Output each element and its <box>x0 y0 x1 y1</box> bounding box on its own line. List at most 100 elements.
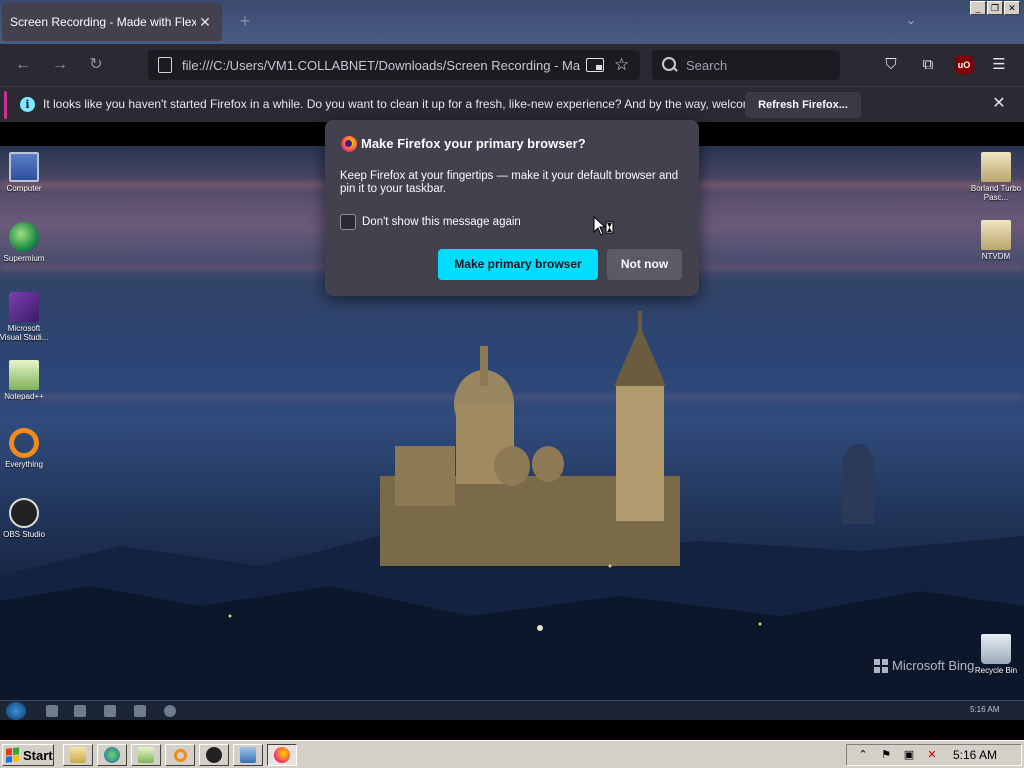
visual-studio-icon <box>9 292 39 322</box>
action-center-flag-icon[interactable]: ⚑ <box>879 748 893 762</box>
magnifier-icon <box>173 748 187 762</box>
desktop-icon-supermium[interactable]: Supermium <box>0 222 52 263</box>
quicklaunch-obs[interactable] <box>199 744 229 766</box>
not-now-button[interactable]: Not now <box>607 249 682 280</box>
list-all-tabs-icon[interactable]: ⌄ <box>902 13 920 31</box>
firefox-icon <box>274 747 290 763</box>
desktop-icon-computer[interactable]: Computer <box>0 152 52 193</box>
default-browser-dialog: Make Firefox your primary browser? Keep … <box>325 120 699 296</box>
url-text[interactable]: file:///C:/Users/VM1.COLLABNET/Downloads… <box>182 58 580 73</box>
notification-text: It looks like you haven't started Firefo… <box>43 97 792 111</box>
notification-close-icon[interactable]: ✕ <box>990 95 1008 113</box>
busy-cursor-icon <box>593 216 614 236</box>
desktop-icon-label: Borland Turbo Pasc... <box>970 184 1022 202</box>
obs-icon <box>206 747 222 763</box>
desktop-icon-visual-studio[interactable]: Microsoft Visual Studi... <box>0 292 52 342</box>
show-hidden-icons-chevron-icon[interactable]: ⌃ <box>856 748 870 762</box>
recycle-bin-icon <box>981 634 1011 664</box>
supermium-icon <box>9 222 39 252</box>
obs-studio-icon <box>9 498 39 528</box>
info-icon: i <box>20 97 35 112</box>
desktop-icon-label: OBS Studio <box>3 530 45 539</box>
host-taskbar: Start ⌃ ⚑ ▣ ✕ 5:16 AM <box>0 740 1024 768</box>
desktop-icon-borland-turbo-pascal[interactable]: Borland Turbo Pasc... <box>968 152 1024 202</box>
navigation-toolbar: ← → ↻ file:///C:/Users/VM1.COLLABNET/Dow… <box>0 44 1024 86</box>
dialog-title: Make Firefox your primary browser? <box>361 136 586 151</box>
windows-flag-icon <box>6 747 20 763</box>
desktop-icon-label: Notepad++ <box>4 392 44 401</box>
globe-icon <box>104 747 120 763</box>
pocket-icon[interactable]: ⛉ <box>880 54 902 76</box>
video-letterbox-bottom <box>0 720 1024 740</box>
search-icon <box>662 57 678 73</box>
volume-muted-icon[interactable]: ✕ <box>925 748 939 762</box>
window-controls: _ ❐ ✕ <box>970 1 1020 15</box>
minimize-button[interactable]: _ <box>970 1 986 15</box>
extensions-icon[interactable]: ⧉ <box>917 54 939 76</box>
windows-logo-icon <box>874 658 888 673</box>
monitor-icon <box>240 747 256 763</box>
dont-show-again-label[interactable]: Don't show this message again <box>362 216 521 228</box>
bing-watermark-text: Microsoft Bing <box>892 658 975 673</box>
folder-icon <box>981 152 1011 182</box>
quicklaunch-notepad[interactable] <box>131 744 161 766</box>
desktop-icon-recycle-bin[interactable]: Recycle Bin <box>968 634 1024 675</box>
quicklaunch-browser[interactable] <box>97 744 127 766</box>
computer-icon <box>9 152 39 182</box>
network-icon[interactable]: ▣ <box>902 748 916 762</box>
recorded-taskbar-item <box>74 705 86 717</box>
system-tray: ⌃ ⚑ ▣ ✕ 5:16 AM <box>846 744 1022 766</box>
desktop-icon-ntvdm[interactable]: NTVDM <box>968 220 1024 261</box>
desktop-icon-label: Computer <box>6 184 42 193</box>
recorded-start-orb-icon <box>6 702 26 720</box>
desktop-icon-obs-studio[interactable]: OBS Studio <box>0 498 52 539</box>
back-button[interactable]: ← <box>12 54 34 76</box>
notepad-icon <box>138 747 154 763</box>
tab-strip: Screen Recording - Made with FlexClip ✕ … <box>0 0 1024 44</box>
recorded-taskbar: 5:16 AM <box>0 700 1024 720</box>
search-input[interactable] <box>686 57 836 73</box>
forward-button[interactable]: → <box>49 54 71 76</box>
recorded-clock: 5:16 AM <box>970 705 1000 714</box>
app-menu-icon[interactable]: ☰ <box>988 54 1010 76</box>
start-button[interactable]: Start <box>2 744 54 766</box>
desktop-icon-everything[interactable]: Everything <box>0 428 52 469</box>
start-label: Start <box>23 747 53 763</box>
close-window-button[interactable]: ✕ <box>1004 1 1020 15</box>
quicklaunch-remote-desktop[interactable] <box>233 744 263 766</box>
recorded-taskbar-item <box>134 705 146 717</box>
reload-button[interactable]: ↻ <box>85 54 107 76</box>
recorded-taskbar-item <box>46 705 58 717</box>
tab-screen-recording[interactable]: Screen Recording - Made with FlexClip ✕ <box>2 3 222 41</box>
desktop-icon-label: NTVDM <box>981 252 1011 261</box>
page-icon <box>158 57 172 73</box>
picture-in-picture-icon[interactable] <box>586 58 604 72</box>
quicklaunch-explorer[interactable] <box>63 744 93 766</box>
new-tab-button[interactable]: + <box>234 10 256 32</box>
desktop-icon-notepad-plus-plus[interactable]: Notepad++ <box>0 360 52 401</box>
recorded-taskbar-item <box>164 705 176 717</box>
desktop-icon-label: Microsoft Visual Studi... <box>0 324 49 342</box>
refresh-firefox-button[interactable]: Refresh Firefox... <box>745 92 861 118</box>
bing-watermark: Microsoft Bing <box>874 658 974 673</box>
notepad-plus-plus-icon <box>9 360 39 390</box>
notification-accent <box>4 91 7 119</box>
make-primary-browser-button[interactable]: Make primary browser <box>438 249 598 280</box>
desktop-icon-label: Recycle Bin <box>974 666 1018 675</box>
bookmark-star-icon[interactable]: ☆ <box>614 55 636 75</box>
firefox-logo-icon <box>341 136 357 152</box>
url-bar[interactable]: file:///C:/Users/VM1.COLLABNET/Downloads… <box>148 50 640 80</box>
taskbar-clock[interactable]: 5:16 AM <box>953 748 997 762</box>
tab-close-icon[interactable]: ✕ <box>196 14 214 31</box>
refresh-notification-bar: i It looks like you haven't started Fire… <box>0 86 1024 122</box>
quicklaunch-search[interactable] <box>165 744 195 766</box>
dont-show-again-checkbox[interactable] <box>340 214 356 230</box>
ublock-origin-icon[interactable]: uO <box>955 56 973 74</box>
search-bar[interactable] <box>652 50 840 80</box>
everything-search-icon <box>9 428 39 458</box>
tab-title: Screen Recording - Made with FlexClip <box>10 15 196 29</box>
desktop-icon-label: Everything <box>5 460 43 469</box>
restore-button[interactable]: ❐ <box>987 1 1003 15</box>
folder-icon <box>70 747 86 763</box>
taskbar-firefox-button[interactable] <box>267 744 297 766</box>
